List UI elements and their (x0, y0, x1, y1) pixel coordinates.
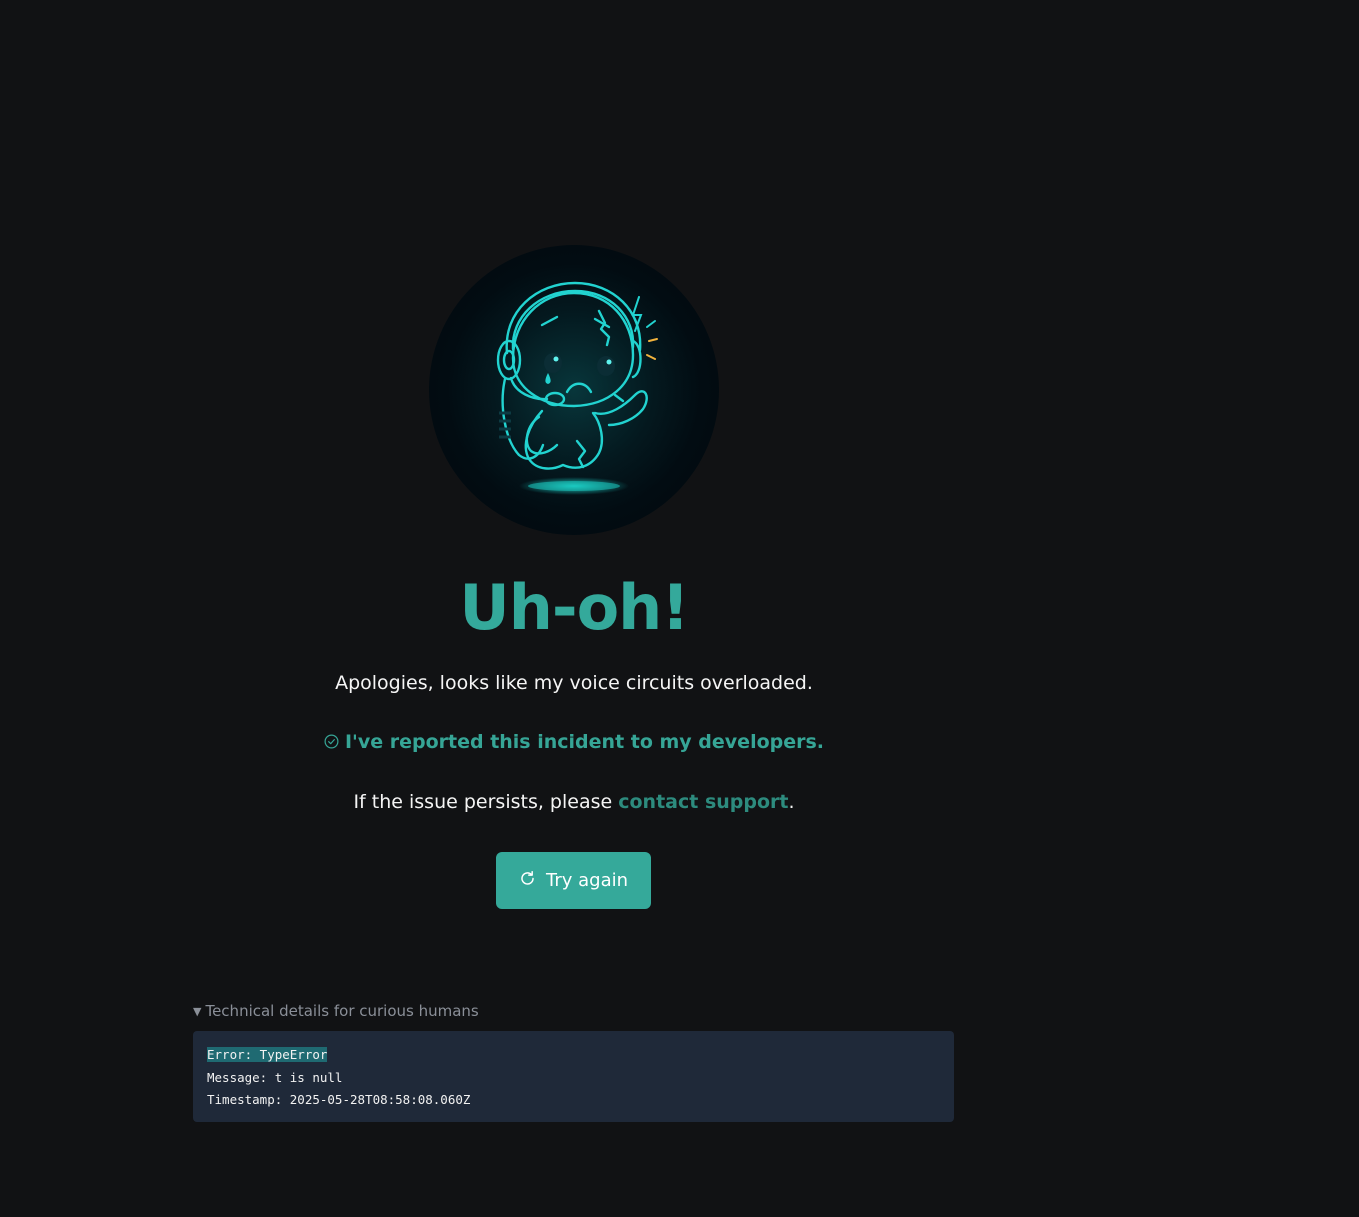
persists-suffix: . (788, 791, 795, 813)
reported-status: I've reported this incident to my develo… (0, 729, 1148, 756)
apology-text: Apologies, looks like my voice circuits … (335, 672, 813, 694)
technical-details-box: Error: TypeError Message: t is null Time… (193, 1031, 954, 1122)
reported-text: I've reported this incident to my develo… (344, 731, 825, 753)
contact-support-link[interactable]: contact support (618, 791, 788, 813)
message-line: Message: t is null (207, 1069, 343, 1085)
triangle-down-icon: ▼ (193, 1005, 202, 1018)
try-again-button[interactable]: Try again (496, 852, 651, 909)
error-line-text: Error: TypeError (207, 1047, 328, 1062)
error-page: Uh-oh! Apologies, looks like my voice ci… (0, 0, 1359, 1217)
timestamp-line: Timestamp: 2025-05-28T08:58:08.060Z (207, 1092, 471, 1107)
refresh-icon (519, 870, 536, 892)
technical-details-label: Technical details for curious humans (205, 1002, 479, 1020)
error-line: Error: TypeError (207, 1044, 940, 1067)
check-circle-icon (324, 730, 339, 756)
sad-robot-illustration (429, 245, 719, 535)
persists-prefix: If the issue persists, please (353, 791, 619, 813)
technical-details-toggle[interactable]: ▼ Technical details for curious humans (193, 1000, 479, 1023)
try-again-label: Try again (545, 870, 629, 891)
support-text: If the issue persists, please contact su… (0, 789, 1148, 815)
page-title: Uh-oh! (459, 571, 689, 644)
